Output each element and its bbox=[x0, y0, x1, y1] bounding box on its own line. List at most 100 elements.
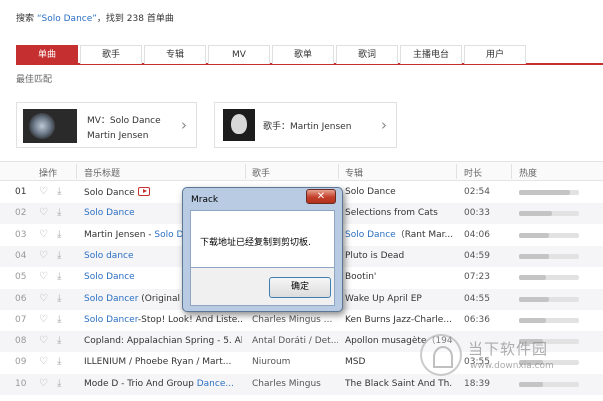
header-title[interactable]: 音乐标题 bbox=[84, 166, 120, 179]
watermark-url: www.downxia.com bbox=[470, 361, 554, 371]
song-title[interactable]: Solo Dance bbox=[84, 272, 135, 282]
row-number: 02 bbox=[15, 208, 27, 219]
chevron-right-icon: › bbox=[381, 116, 387, 134]
song-duration: 04:55 bbox=[464, 293, 490, 304]
song-duration: 18:39 bbox=[464, 378, 490, 389]
song-artist[interactable]: Antal Doráti / Det... bbox=[252, 336, 338, 347]
song-duration: 00:33 bbox=[464, 208, 490, 219]
download-icon[interactable]: ⤓ bbox=[57, 314, 61, 325]
heart-icon[interactable]: ♡ bbox=[39, 335, 48, 346]
song-duration: 02:54 bbox=[464, 187, 490, 197]
song-album: Selections from Cats bbox=[345, 208, 438, 219]
tab-users[interactable]: 用户 bbox=[464, 45, 526, 64]
heart-icon[interactable]: ♡ bbox=[39, 356, 48, 367]
row-number: 08 bbox=[15, 336, 27, 347]
mv-thumbnail bbox=[23, 109, 77, 143]
dialog-ok-button[interactable]: 确定 bbox=[269, 277, 331, 298]
row-number: 09 bbox=[15, 357, 27, 368]
header-album[interactable]: 专辑 bbox=[345, 166, 363, 179]
header-duration[interactable]: 时长 bbox=[464, 166, 482, 179]
watermark-logo-icon bbox=[420, 334, 462, 376]
heart-icon[interactable]: ♡ bbox=[39, 250, 48, 261]
popularity-bar bbox=[519, 232, 579, 238]
download-icon[interactable]: ⤓ bbox=[57, 271, 61, 282]
chevron-right-icon: › bbox=[181, 116, 187, 134]
dialog-message: 下载地址已经复制到剪切板. bbox=[200, 238, 311, 248]
download-icon[interactable]: ⤓ bbox=[57, 335, 61, 346]
tab-albums[interactable]: 专辑 bbox=[144, 45, 206, 64]
download-icon[interactable]: ⤓ bbox=[57, 293, 61, 304]
watermark-title: 当下软件园 bbox=[468, 340, 549, 358]
song-album: The Black Saint And Th... bbox=[345, 378, 453, 389]
popularity-bar bbox=[519, 275, 579, 281]
download-icon[interactable]: ⤓ bbox=[57, 186, 61, 197]
tab-artists[interactable]: 歌手 bbox=[80, 45, 142, 64]
row-number: 04 bbox=[15, 250, 27, 261]
song-title[interactable]: ILLENIUM / Phoebe Ryan / Mart... bbox=[84, 357, 231, 367]
row-number: 07 bbox=[15, 314, 27, 325]
popularity-bar bbox=[519, 317, 579, 323]
row-number: 10 bbox=[15, 378, 27, 389]
heart-icon[interactable]: ♡ bbox=[39, 186, 48, 197]
song-title[interactable]: Solo dance bbox=[84, 251, 134, 261]
tab-lyrics[interactable]: 歌词 bbox=[336, 45, 398, 64]
song-artist[interactable]: Charles Mingus bbox=[252, 379, 338, 390]
row-number: 01 bbox=[15, 187, 27, 197]
dialog-title: Mrack bbox=[191, 195, 219, 205]
mv-title: MV：Solo Dance bbox=[87, 116, 161, 126]
row-number: 06 bbox=[15, 293, 27, 304]
row-number: 05 bbox=[15, 272, 27, 283]
search-keyword: “Solo Dance” bbox=[36, 14, 97, 24]
header-ops: 操作 bbox=[39, 169, 58, 179]
best-match-mv-card[interactable]: MV：Solo Dance Martin Jensen › bbox=[16, 102, 197, 148]
download-icon[interactable]: ⤓ bbox=[57, 356, 61, 367]
song-title[interactable]: Solo Dance bbox=[84, 188, 135, 198]
song-duration: 04:59 bbox=[464, 250, 490, 261]
message-dialog: Mrack ✕ 下载地址已经复制到剪切板. 确定 bbox=[182, 187, 343, 312]
song-album: Wake Up April EP bbox=[345, 293, 422, 304]
popularity-bar bbox=[519, 253, 579, 259]
song-album: Pluto is Dead bbox=[345, 250, 405, 261]
download-icon[interactable]: ⤓ bbox=[57, 229, 61, 240]
tab-playlists[interactable]: 歌单 bbox=[272, 45, 334, 64]
download-icon[interactable]: ⤓ bbox=[57, 250, 61, 261]
song-title[interactable]: Copland: Appalachian Spring - 5. Al... bbox=[84, 336, 242, 346]
song-title[interactable]: Solo Dance bbox=[84, 208, 135, 218]
heart-icon[interactable]: ♡ bbox=[39, 378, 48, 389]
search-result-summary: 搜索 “Solo Dance”，找到 238 首单曲 bbox=[16, 14, 174, 24]
tab-songs[interactable]: 单曲 bbox=[16, 45, 78, 64]
heart-icon[interactable]: ♡ bbox=[39, 229, 48, 240]
popularity-bar bbox=[519, 190, 579, 195]
song-album: Bootin' bbox=[345, 272, 377, 283]
song-title[interactable]: Solo Dancer bbox=[84, 294, 138, 304]
heart-icon[interactable]: ♡ bbox=[39, 271, 48, 282]
table-row[interactable]: 07 ♡ ⤓ Solo Dancer-Stop! Look! And Liste...… bbox=[0, 310, 603, 331]
song-title[interactable]: Solo Dancer bbox=[84, 315, 138, 325]
heart-icon[interactable]: ♡ bbox=[39, 207, 48, 218]
best-match-artist-card[interactable]: 歌手：Martin Jensen › bbox=[214, 102, 397, 148]
header-artist[interactable]: 歌手 bbox=[252, 166, 270, 179]
tab-mv[interactable]: MV bbox=[208, 45, 270, 64]
popularity-bar bbox=[519, 296, 579, 302]
result-tabs: 单曲 歌手 专辑 MV 歌单 歌词 主播电台 用户 bbox=[16, 45, 603, 65]
artist-card-text: 歌手：Martin Jensen bbox=[263, 122, 352, 132]
dialog-close-button[interactable]: ✕ bbox=[306, 189, 336, 204]
song-artist[interactable]: Niuroum bbox=[252, 357, 338, 368]
heart-icon[interactable]: ♡ bbox=[39, 314, 48, 325]
song-duration: 07:23 bbox=[464, 272, 490, 283]
song-title[interactable]: Dance... bbox=[197, 379, 234, 389]
tab-radio[interactable]: 主播电台 bbox=[400, 45, 462, 64]
header-popularity[interactable]: 热度 bbox=[519, 166, 537, 179]
mv-artist: Martin Jensen bbox=[87, 131, 149, 141]
song-album: Ken Burns Jazz-Charle... bbox=[345, 314, 452, 325]
popularity-bar bbox=[519, 381, 579, 387]
row-number: 03 bbox=[15, 229, 27, 240]
download-icon[interactable]: ⤓ bbox=[57, 207, 61, 218]
mv-play-icon[interactable] bbox=[137, 187, 150, 196]
song-duration: 06:36 bbox=[464, 314, 490, 325]
artist-avatar bbox=[223, 109, 255, 141]
song-artist[interactable]: Charles Mingus ... bbox=[252, 315, 338, 326]
table-header: 操作 音乐标题 歌手 专辑 时长 热度 bbox=[0, 161, 603, 181]
download-icon[interactable]: ⤓ bbox=[57, 378, 61, 389]
heart-icon[interactable]: ♡ bbox=[39, 293, 48, 304]
